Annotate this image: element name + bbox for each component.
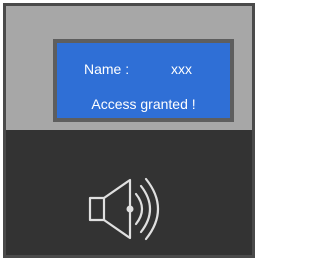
name-value: xxx — [171, 61, 192, 77]
status-message: Access granted ! — [91, 96, 196, 112]
display-panel: Name : xxx Access granted ! — [6, 6, 252, 130]
lcd-screen: Name : xxx Access granted ! — [53, 39, 234, 122]
name-label: Name : — [84, 61, 130, 77]
access-control-device: Name : xxx Access granted ! — [3, 3, 255, 258]
speaker-panel — [6, 130, 252, 255]
speaker-sound-icon — [88, 177, 159, 241]
